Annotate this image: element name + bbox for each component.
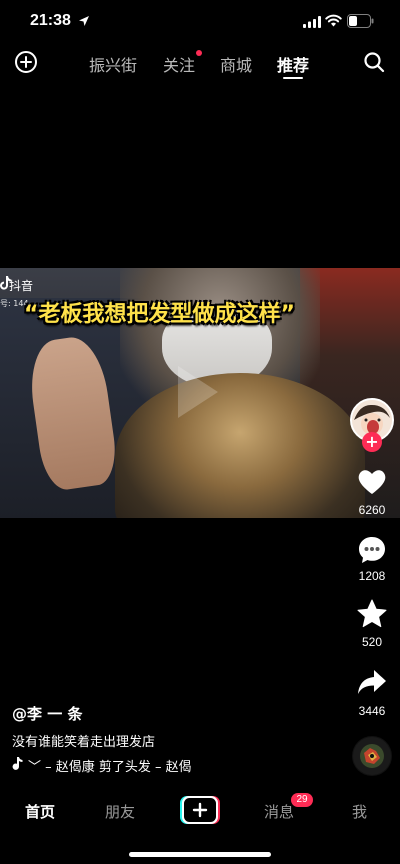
tab-local[interactable]: 振兴街 (89, 52, 137, 76)
search-icon[interactable] (362, 50, 386, 74)
nav-me[interactable]: 我 (352, 801, 367, 822)
music-note-icon (12, 757, 23, 770)
tab-recommended[interactable]: 推荐 (277, 52, 309, 76)
share-count: 3446 (358, 704, 386, 718)
add-circle-icon[interactable] (14, 50, 38, 74)
like-count: 6260 (358, 503, 386, 517)
create-plus-icon[interactable] (180, 796, 220, 824)
video-watermark: 抖音 (9, 279, 34, 293)
nav-home[interactable]: 首页 (25, 801, 55, 822)
music-cover-icon (353, 737, 391, 775)
heart-icon[interactable] (356, 466, 388, 498)
tab-mall[interactable]: 商城 (220, 52, 252, 76)
tab-following[interactable]: 关注 (163, 52, 195, 76)
music-disc[interactable] (352, 736, 392, 776)
nav-friends[interactable]: 朋友 (105, 801, 135, 822)
play-icon (178, 366, 218, 418)
video-player[interactable]: 抖音 号: 144 “老板我想把发型做成这样” (0, 268, 400, 518)
top-nav: 振兴街 关注 商城 推荐 (0, 44, 400, 84)
comment-icon[interactable] (356, 534, 388, 566)
video-caption: “老板我想把发型做成这样” (24, 302, 295, 327)
favorite-count: 520 (361, 635, 383, 649)
wifi-icon (325, 14, 342, 27)
active-tab-indicator (283, 77, 303, 79)
share-icon[interactable] (356, 666, 388, 698)
author-name[interactable]: @李 一 条 (12, 703, 82, 724)
post-description: 没有谁能笑着走出理发店 (12, 735, 156, 750)
music-title[interactable]: ﹀ – 赵偈康 剪了头发 – 赵偈 (28, 756, 206, 775)
battery-icon (347, 14, 374, 28)
home-indicator (129, 852, 271, 857)
comment-count: 1208 (358, 569, 386, 583)
status-time: 21:38 (30, 12, 71, 29)
cellular-signal-icon (303, 16, 321, 28)
star-icon[interactable] (356, 598, 388, 630)
following-notification-dot (196, 50, 202, 56)
messages-badge: 29 (291, 793, 313, 807)
nav-messages[interactable]: 消息 (264, 801, 294, 822)
follow-button[interactable]: + (362, 432, 382, 452)
status-bar: 21:38 (0, 0, 400, 44)
location-arrow-icon (79, 16, 89, 26)
